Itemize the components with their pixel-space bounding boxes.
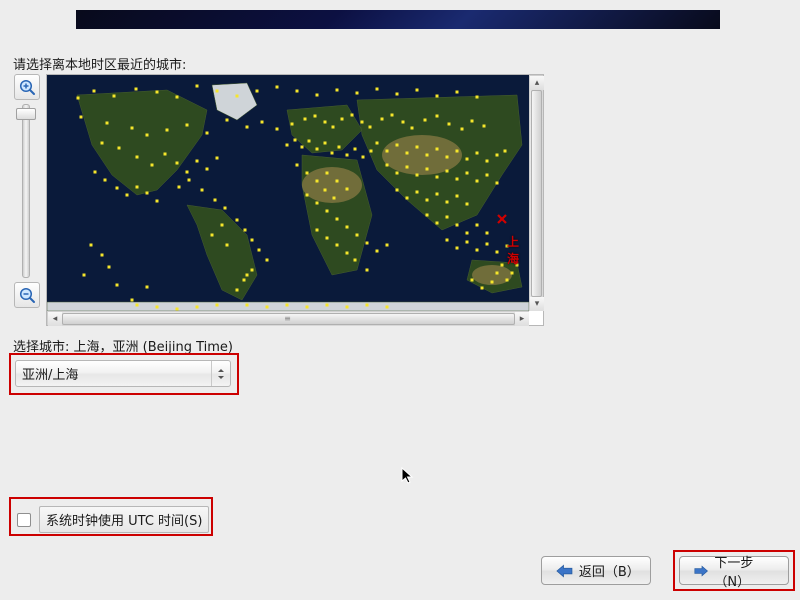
zoom-slider[interactable] (22, 104, 30, 278)
utc-row: 系统时钟使用 UTC 时间(S) (17, 506, 209, 533)
selected-city-marker-label: 上海 (507, 233, 529, 267)
v-scroll-thumb[interactable] (531, 90, 542, 297)
scroll-up-button[interactable]: ▴ (530, 76, 544, 90)
arrow-left-icon (556, 564, 573, 578)
combo-dropdown-button[interactable] (211, 361, 230, 386)
h-scroll-thumb[interactable]: ≡ (62, 313, 515, 325)
scroll-left-button[interactable]: ◂ (48, 312, 62, 326)
timezone-combo[interactable]: 亚洲/上海 (15, 360, 231, 387)
mouse-cursor (401, 467, 415, 485)
back-button-label: 返回（B） (579, 561, 636, 580)
header-banner (76, 10, 720, 29)
next-button[interactable]: 下一步（N） (679, 556, 789, 585)
prompt-label: 请选择离本地时区最近的城市: (13, 54, 186, 73)
map-frame: 上海 ▴ ▾ ◂ ≡ ▸ (46, 74, 544, 326)
back-button[interactable]: 返回（B） (541, 556, 651, 585)
zoom-out-icon (18, 286, 36, 304)
zoom-out-button[interactable] (14, 282, 40, 308)
utc-checkbox[interactable] (17, 513, 31, 527)
zoom-in-button[interactable] (14, 74, 40, 100)
timezone-combo-value: 亚洲/上海 (22, 364, 78, 383)
zoom-slider-thumb[interactable] (16, 108, 36, 120)
world-map[interactable]: 上海 (47, 75, 529, 311)
next-button-label: 下一步（N） (714, 552, 774, 590)
scroll-right-button[interactable]: ▸ (515, 312, 529, 326)
utc-checkbox-label[interactable]: 系统时钟使用 UTC 时间(S) (39, 506, 209, 533)
map-area: 上海 ▴ ▾ ◂ ≡ ▸ (13, 74, 547, 328)
zoom-panel (13, 74, 43, 308)
arrow-right-icon (694, 564, 708, 578)
map-vertical-scrollbar[interactable]: ▴ ▾ (529, 75, 543, 311)
map-horizontal-scrollbar[interactable]: ◂ ≡ ▸ (47, 311, 529, 325)
zoom-in-icon (18, 78, 36, 96)
updown-arrow-icon (216, 367, 226, 381)
selected-city-label: 选择城市: 上海，亚洲 (Beijing Time) (13, 336, 233, 355)
scroll-down-button[interactable]: ▾ (530, 297, 544, 311)
